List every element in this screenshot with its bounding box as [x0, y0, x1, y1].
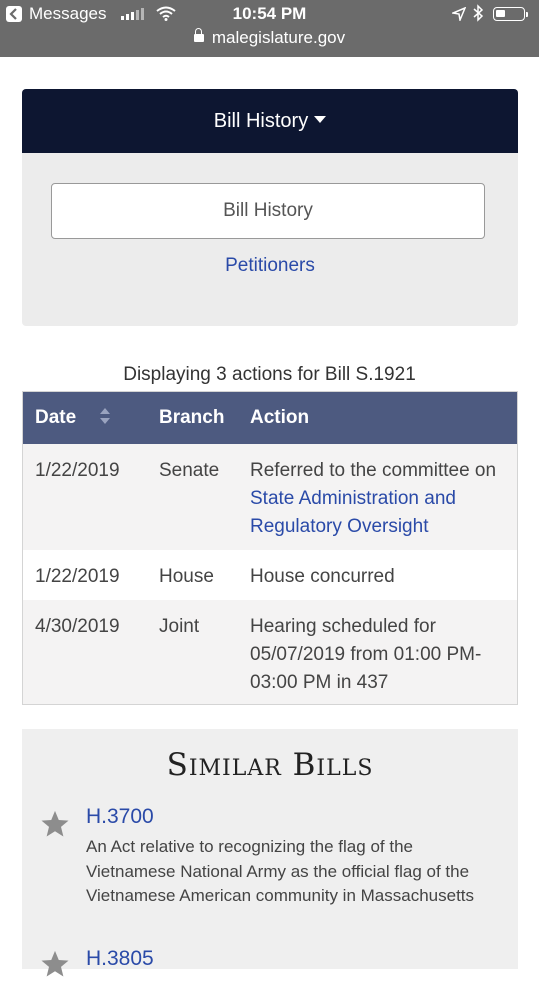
table-row: 4/30/2019 Joint Hearing scheduled for 05… — [23, 600, 517, 704]
table-header: Date Branch Action — [23, 392, 517, 444]
bill-history-dropdown-toggle[interactable]: Bill History — [22, 89, 518, 153]
star-icon[interactable] — [40, 809, 70, 839]
similar-bill-link[interactable]: H.3805 — [86, 947, 154, 971]
row-branch: House — [159, 566, 214, 587]
battery-level-fill — [496, 10, 505, 17]
battery-tip — [526, 12, 528, 17]
row-date: 4/30/2019 — [35, 616, 120, 637]
similar-bills-section: Similar Bills H.3700 An Act relative to … — [22, 729, 518, 977]
section-title: Similar Bills — [166, 747, 374, 783]
location-arrow-icon — [450, 6, 467, 26]
action-text: Referred to the committee on — [250, 460, 497, 481]
similar-bill-link[interactable]: H.3700 — [86, 805, 154, 829]
caret-down-icon — [314, 116, 327, 123]
bill-history-option[interactable]: Bill History — [51, 183, 485, 239]
row-action: Referred to the committee on State Admin… — [250, 457, 505, 541]
battery-icon — [493, 7, 525, 21]
committee-link[interactable]: State Administration and Regulatory Over… — [250, 488, 456, 537]
branch-column-header: Branch — [159, 407, 225, 428]
row-branch: Joint — [159, 616, 200, 637]
address-bar[interactable]: malegislature.gov — [0, 28, 539, 48]
petitioners-option[interactable]: Petitioners — [22, 255, 518, 277]
bill-actions-table: Date Branch Action 1/22/2019 Senate Refe… — [22, 391, 518, 705]
table-row: 1/22/2019 Senate Referred to the committ… — [23, 444, 517, 550]
lock-icon — [193, 28, 204, 42]
row-date: 1/22/2019 — [35, 566, 120, 587]
row-action: Hearing scheduled for 05/07/2019 from 01… — [250, 616, 482, 693]
bluetooth-icon — [473, 4, 484, 27]
sort-icon[interactable] — [100, 408, 110, 426]
star-icon[interactable] — [40, 949, 70, 979]
row-action: House concurred — [250, 566, 395, 587]
action-column-header: Action — [250, 407, 310, 428]
dropdown-label: Bill History — [213, 110, 309, 132]
ios-status-bar: Messages 10:54 PM malegislature.gov — [0, 0, 539, 57]
row-branch: Senate — [159, 460, 220, 481]
row-date: 1/22/2019 — [35, 460, 120, 481]
similar-bill-description: An Act relative to recognizing the flag … — [86, 837, 475, 905]
date-column-header[interactable]: Date — [35, 407, 76, 429]
bill-history-menu: Bill History Bill History Petitioners — [22, 89, 518, 326]
url-text: malegislature.gov — [211, 28, 346, 47]
table-row: 1/22/2019 House House concurred — [23, 550, 517, 600]
actions-summary: Displaying 3 actions for Bill S.1921 — [123, 364, 416, 385]
